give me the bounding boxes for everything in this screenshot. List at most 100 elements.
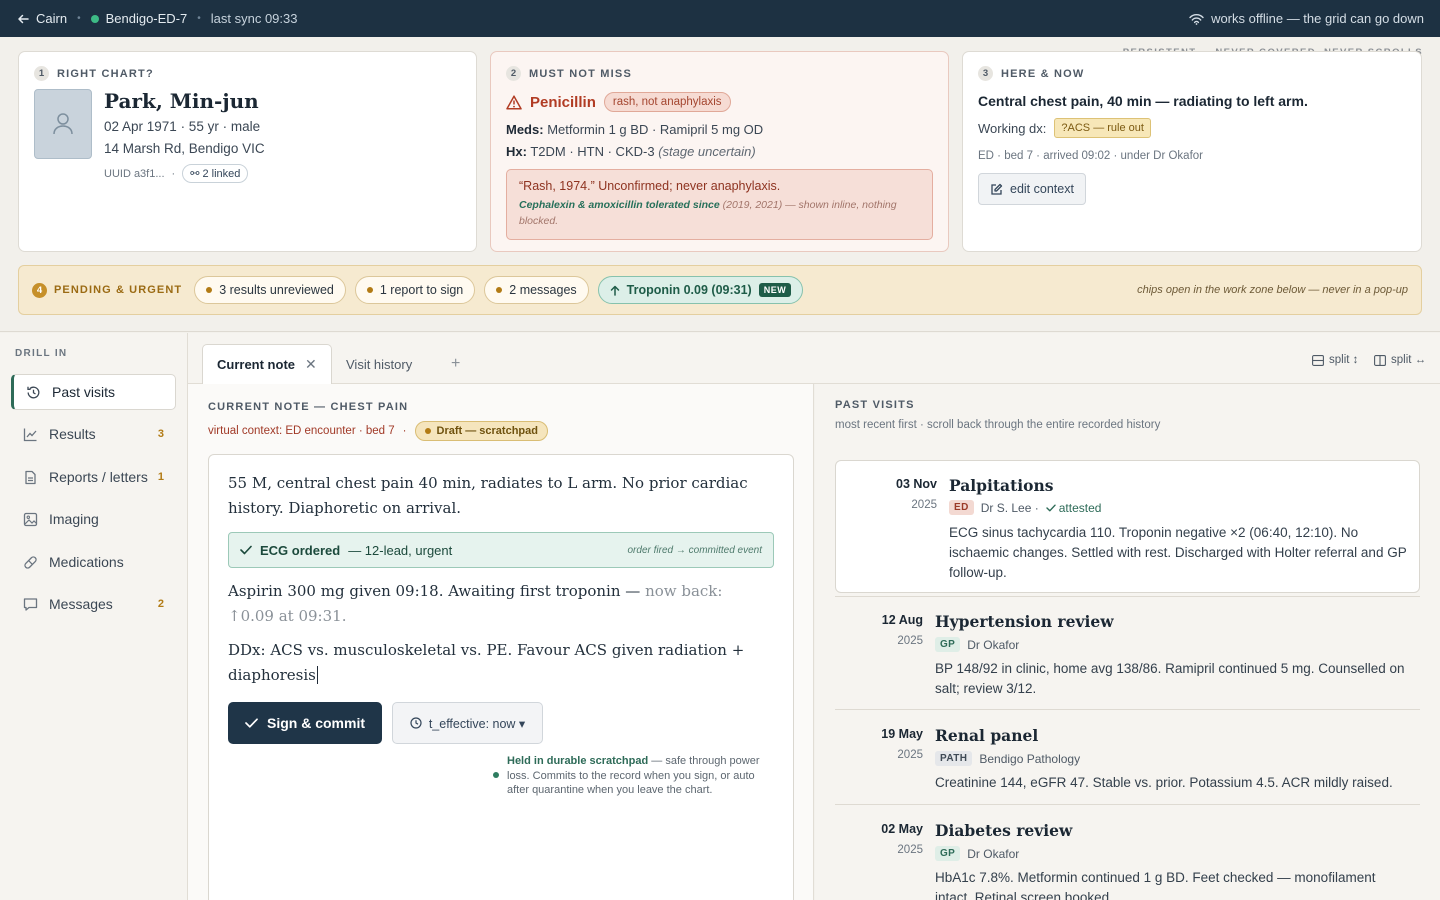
text-cursor <box>316 665 318 684</box>
visit-summary: Creatinine 144, eGFR 47. Stable vs. prio… <box>935 775 1393 790</box>
tab-current-note[interactable]: Current note ✕ <box>202 344 332 384</box>
edit-context-button[interactable]: edit context <box>978 173 1086 205</box>
working-dx-badge: ?ACS — rule out <box>1054 118 1151 138</box>
persistent-header: PERSISTENT — NEVER COVERED, NEVER SCROLL… <box>0 37 1440 332</box>
visit-title: Palpitations <box>949 476 1054 495</box>
top-bar: Cairn • Bendigo-ED-7 • last sync 09:33 w… <box>0 0 1440 37</box>
step-number: 1 <box>34 66 49 81</box>
visit-title: Hypertension review <box>935 612 1114 631</box>
chip-report-to-sign[interactable]: 1 report to sign <box>354 276 476 304</box>
sidebar-item-past-visits[interactable]: Past visits <box>11 374 176 410</box>
pending-hint: chips open in the work zone below — neve… <box>1137 284 1408 296</box>
chip-messages[interactable]: 2 messages <box>484 276 589 304</box>
past-visits-subtitle: most recent first · scroll back through … <box>835 419 1161 431</box>
step-number: 3 <box>978 66 993 81</box>
sidebar: DRILL IN Past visits Results 3 Reports /… <box>0 333 188 900</box>
history-line: Hx: T2DM · HTN · CKD-3 (stage uncertain) <box>506 144 756 159</box>
patient-dob: 02 Apr 1971 · 55 yr · male <box>104 119 261 134</box>
patient-uuid: UUID a3f1... <box>104 167 165 180</box>
t-effective-select[interactable]: t_effective: now ▾ <box>392 702 543 744</box>
sign-commit-button[interactable]: Sign & commit <box>228 702 382 744</box>
step-number: 4 <box>32 282 47 298</box>
app-name: Cairn <box>36 11 68 26</box>
step-number: 2 <box>506 66 521 81</box>
arrow-left-icon <box>18 14 29 23</box>
attested-status: attested <box>1046 501 1101 515</box>
visit-summary: HbA1c 7.8%. Metformin continued 1 g BD. … <box>935 870 1376 900</box>
close-icon[interactable]: ✕ <box>305 356 317 373</box>
tab-visit-history[interactable]: Visit history <box>332 344 426 384</box>
chip-troponin[interactable]: Troponin 0.09 (09:31) NEW <box>597 276 804 304</box>
split-vertical-button[interactable]: split ↕ <box>1312 354 1358 366</box>
draft-badge: Draft — scratchpad <box>414 421 548 441</box>
note-paragraph-active[interactable]: DDx: ACS vs. musculoskeletal vs. PE. Fav… <box>228 638 773 687</box>
count-badge: 3 <box>157 428 164 440</box>
sidebar-item-reports[interactable]: Reports / letters 1 <box>11 459 176 495</box>
check-icon <box>245 718 258 728</box>
allergy-name: Penicillin <box>530 93 596 111</box>
pill-icon <box>24 555 37 569</box>
patient-address: 14 Marsh Rd, Bendigo VIC <box>104 141 265 156</box>
sidebar-item-results[interactable]: Results 3 <box>11 416 176 452</box>
clock-icon <box>410 717 422 729</box>
sidebar-heading: DRILL IN <box>15 348 68 359</box>
past-visits-title: PAST VISITS <box>835 399 915 411</box>
here-now-card: 3 HERE & NOW Central chest pain, 40 min … <box>962 51 1422 252</box>
split-horizontal-icon <box>1312 354 1324 366</box>
note-paragraph[interactable]: 55 M, central chest pain 40 min, radiate… <box>228 471 773 520</box>
add-tab-button[interactable]: + <box>437 344 474 384</box>
pending-urgent-strip: 4 PENDING & URGENT 3 results unreviewed … <box>18 265 1422 315</box>
working-dx-label: Working dx: <box>978 120 1047 136</box>
reaction-badge: rash, not anaphylaxis <box>603 92 731 112</box>
link-icon: ⚯ <box>190 168 200 180</box>
image-icon <box>23 512 38 526</box>
split-horizontal-button[interactable]: split ↔ <box>1374 354 1426 366</box>
pending-label: PENDING & URGENT <box>54 284 183 296</box>
visit-title: Diabetes review <box>935 821 1073 840</box>
note-title: CURRENT NOTE — CHEST PAIN <box>208 401 409 413</box>
visit-summary: ECG sinus tachycardia 110. Troponin nega… <box>949 525 1407 580</box>
clinician: Dr Okafor <box>967 637 1020 652</box>
ecg-order-block: ECG ordered — 12-lead, urgent order fire… <box>228 532 774 568</box>
visit-item[interactable]: 12 Aug 2025 Hypertension review GP Dr Ok… <box>835 596 1420 709</box>
allergy-note: “Rash, 1974.” Unconfirmed; never anaphyl… <box>506 169 933 240</box>
check-icon <box>240 545 252 555</box>
visit-type-tag: ED <box>949 500 974 515</box>
visit-title: Renal panel <box>935 726 1039 745</box>
sidebar-item-imaging[interactable]: Imaging <box>11 501 176 537</box>
chart-line-icon <box>23 428 37 441</box>
warning-icon <box>506 94 522 110</box>
offline-status: works offline — the grid can go down <box>1189 11 1424 26</box>
plus-icon: + <box>451 355 461 372</box>
clinician: Bendigo Pathology <box>979 751 1081 766</box>
note-paragraph[interactable]: Aspirin 300 mg given 09:18. Awaiting fir… <box>228 579 773 628</box>
note-editor[interactable]: 55 M, central chest pain 40 min, radiate… <box>208 454 794 900</box>
patient-name: Park, Min-jun <box>104 89 259 113</box>
visit-item[interactable]: 19 May 2025 Renal panel PATH Bendigo Pat… <box>835 709 1420 804</box>
current-note-pane: CURRENT NOTE — CHEST PAIN virtual contex… <box>188 384 814 900</box>
message-icon <box>23 597 38 611</box>
linked-records-button[interactable]: ⚯ 2 linked <box>182 164 249 183</box>
check-icon <box>1046 504 1056 511</box>
visit-item[interactable]: 02 May 2025 Diabetes review GP Dr Okafor… <box>835 804 1420 900</box>
visit-type-tag: GP <box>935 637 961 652</box>
sidebar-item-messages[interactable]: Messages 2 <box>11 586 176 622</box>
visit-type-tag: PATH <box>935 751 973 766</box>
split-vertical-icon <box>1374 354 1386 366</box>
virtual-context: virtual context: ED encounter · bed 7 <box>208 425 395 437</box>
chip-results-unreviewed[interactable]: 3 results unreviewed <box>194 276 346 304</box>
back-button[interactable]: Cairn <box>17 11 67 26</box>
clinician: Dr Okafor <box>967 846 1020 861</box>
visit-summary: BP 148/92 in clinic, home avg 138/86. Ra… <box>935 661 1405 696</box>
encounter-info: ED · bed 7 · arrived 09:02 · under Dr Ok… <box>978 150 1203 162</box>
sidebar-item-medications[interactable]: Medications <box>11 544 176 580</box>
new-badge: NEW <box>758 283 792 297</box>
past-visits-pane: PAST VISITS most recent first · scroll b… <box>815 384 1440 900</box>
avatar <box>34 89 92 159</box>
visit-item[interactable]: 03 Nov 2025 Palpitations ED Dr S. Lee · … <box>835 460 1420 593</box>
work-tabs: Current note ✕ Visit history + split ↕ s… <box>188 333 1440 384</box>
clinician: Dr S. Lee · <box>980 500 1039 515</box>
person-icon <box>53 113 73 135</box>
history-icon <box>27 386 40 398</box>
edit-icon <box>991 183 1003 195</box>
